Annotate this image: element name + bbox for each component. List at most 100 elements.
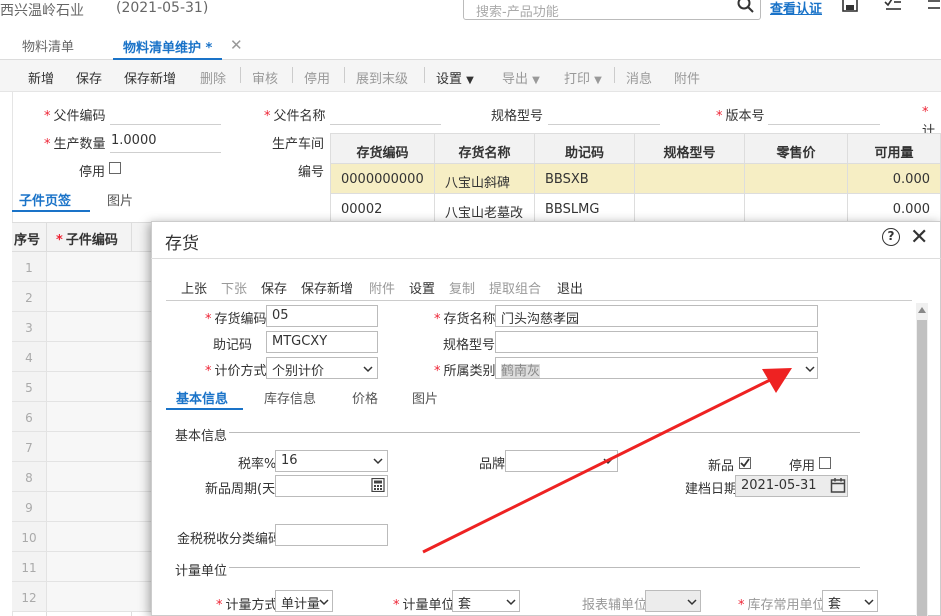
new-product-checkbox[interactable] [739,457,751,469]
tab-child-parts[interactable]: 子件页签 [19,190,71,209]
expand-button[interactable]: 展到末级 [356,68,408,87]
measure-method-label: * 计量方式 [216,598,278,613]
tab-bom-list[interactable]: 物料清单 [22,36,74,55]
audit-button[interactable]: 审核 [252,68,278,87]
scrollbar-thumb[interactable] [917,320,927,616]
dialog-spec-input[interactable] [495,331,818,353]
search-input[interactable]: 搜索-产品功能 [463,0,761,20]
grid-header-spec: 规格型号 [635,134,745,164]
tax-code-input[interactable] [275,524,388,546]
tab-basic-info[interactable]: 基本信息 [176,388,228,407]
verify-link[interactable]: 查看认证 [770,0,822,17]
grid-cell[interactable]: 00002 [331,194,435,224]
dialog-disabled-checkbox[interactable] [819,457,831,469]
search-icon[interactable] [737,0,755,14]
category-select[interactable]: 鹤南灰 [495,357,818,379]
close-tab-icon[interactable]: ✕ [230,36,243,54]
child-code-cell[interactable] [46,312,152,342]
chevron-down-icon [805,366,815,373]
inv-name-label: * 存货名称 [434,312,496,327]
tab-images[interactable]: 图片 [107,190,133,209]
inv-code-input[interactable]: 05 [266,305,378,327]
disabled-checkbox[interactable] [109,162,121,174]
child-code-cell[interactable] [46,552,152,582]
child-code-cell[interactable] [46,522,152,552]
grid-header-price: 零售价 [745,134,848,164]
tab-dialog-images[interactable]: 图片 [412,388,438,407]
brand-select[interactable] [505,450,618,472]
grid-cell[interactable] [635,194,745,224]
child-code-cell[interactable] [46,372,152,402]
child-code-cell[interactable] [46,582,152,612]
version-input[interactable] [768,124,880,125]
child-code-cell[interactable] [46,282,152,312]
chevron-down-icon [864,599,874,606]
grid-cell[interactable] [745,194,848,224]
export-button[interactable]: 导出 ▼ [502,68,540,87]
pricing-select[interactable]: 个别计价 [266,357,378,379]
dialog-toolbar-divider [166,300,912,301]
version-label: * 版本号 [716,109,765,124]
grid-cell[interactable]: 0.000 [848,194,941,224]
prev-button[interactable]: 上张 [181,278,207,297]
attachment-button[interactable]: 附件 [674,68,700,87]
grid-header-available: 可用量 [848,134,941,164]
save-button[interactable]: 保存 [76,68,102,87]
child-code-cell[interactable] [46,402,152,432]
new-button[interactable]: 新增 [28,68,54,87]
scroll-up-icon[interactable] [917,305,927,315]
help-icon[interactable]: ? [882,228,900,246]
calendar-icon[interactable] [830,477,846,493]
parent-name-input[interactable] [330,124,441,125]
delete-button[interactable]: 删除 [200,68,226,87]
dialog-save-new-button[interactable]: 保存新增 [301,278,353,297]
row-number: 7 [12,432,46,462]
tab-bom-maintain[interactable]: 物料清单维护 * [113,30,223,60]
child-header-seq: 序号 [14,233,41,248]
exit-button[interactable]: 退出 [557,278,583,297]
tab-price[interactable]: 价格 [352,388,378,407]
row-number: 9 [12,492,46,522]
message-button[interactable]: 消息 [626,68,652,87]
child-code-cell[interactable] [46,492,152,522]
calculator-icon[interactable] [371,478,385,492]
grid-cell[interactable] [635,164,745,194]
grid-header-code: 存货编码 [331,134,435,164]
copy-button[interactable]: 复制 [449,278,475,297]
child-code-cell[interactable] [46,462,152,492]
dialog-settings-button[interactable]: 设置 [409,278,435,297]
grid-cell[interactable]: 八宝山老墓改 [435,194,535,224]
tax-select[interactable]: 16 [275,450,388,472]
dialog-attachment-button[interactable]: 附件 [369,278,395,297]
close-icon[interactable]: ✕ [910,225,928,250]
grid-cell[interactable]: 0.000 [848,164,941,194]
child-code-cell[interactable] [46,342,152,372]
child-code-cell[interactable] [46,252,152,282]
spec-input[interactable] [548,124,660,125]
quantity-input[interactable]: 1.0000 [111,133,157,148]
grid-cell[interactable] [745,164,848,194]
save-new-button[interactable]: 保存新增 [124,68,176,87]
row-number: 5 [12,372,46,402]
save-icon[interactable] [842,0,858,12]
disable-button[interactable]: 停用 [304,68,330,87]
next-button[interactable]: 下张 [221,278,247,297]
parent-code-input[interactable] [110,124,221,125]
grid-cell[interactable]: BBSLMG [535,194,635,224]
print-button[interactable]: 打印 ▼ [564,68,602,87]
grid-cell[interactable]: BBSXB [535,164,635,194]
extract-combo-button[interactable]: 提取组合 [489,278,541,297]
menu-icon[interactable] [926,0,940,12]
grid-cell[interactable]: 八宝山斜碑 [435,164,535,194]
child-code-cell[interactable] [46,432,152,462]
grid-cell[interactable]: 0000000000 [331,164,435,194]
mnemonic-input[interactable]: MTGCXY [266,331,378,353]
dialog-save-button[interactable]: 保存 [261,278,287,297]
checklist-icon[interactable] [884,0,902,12]
inv-name-input[interactable]: 门头沟慈孝园 [495,305,818,327]
spec-label: 规格型号 [491,109,544,124]
tab-stock-info[interactable]: 库存信息 [264,388,316,407]
row-number: 11 [12,552,46,582]
settings-button[interactable]: 设置 ▼ [436,68,474,87]
category-value: 鹤南灰 [501,364,541,379]
